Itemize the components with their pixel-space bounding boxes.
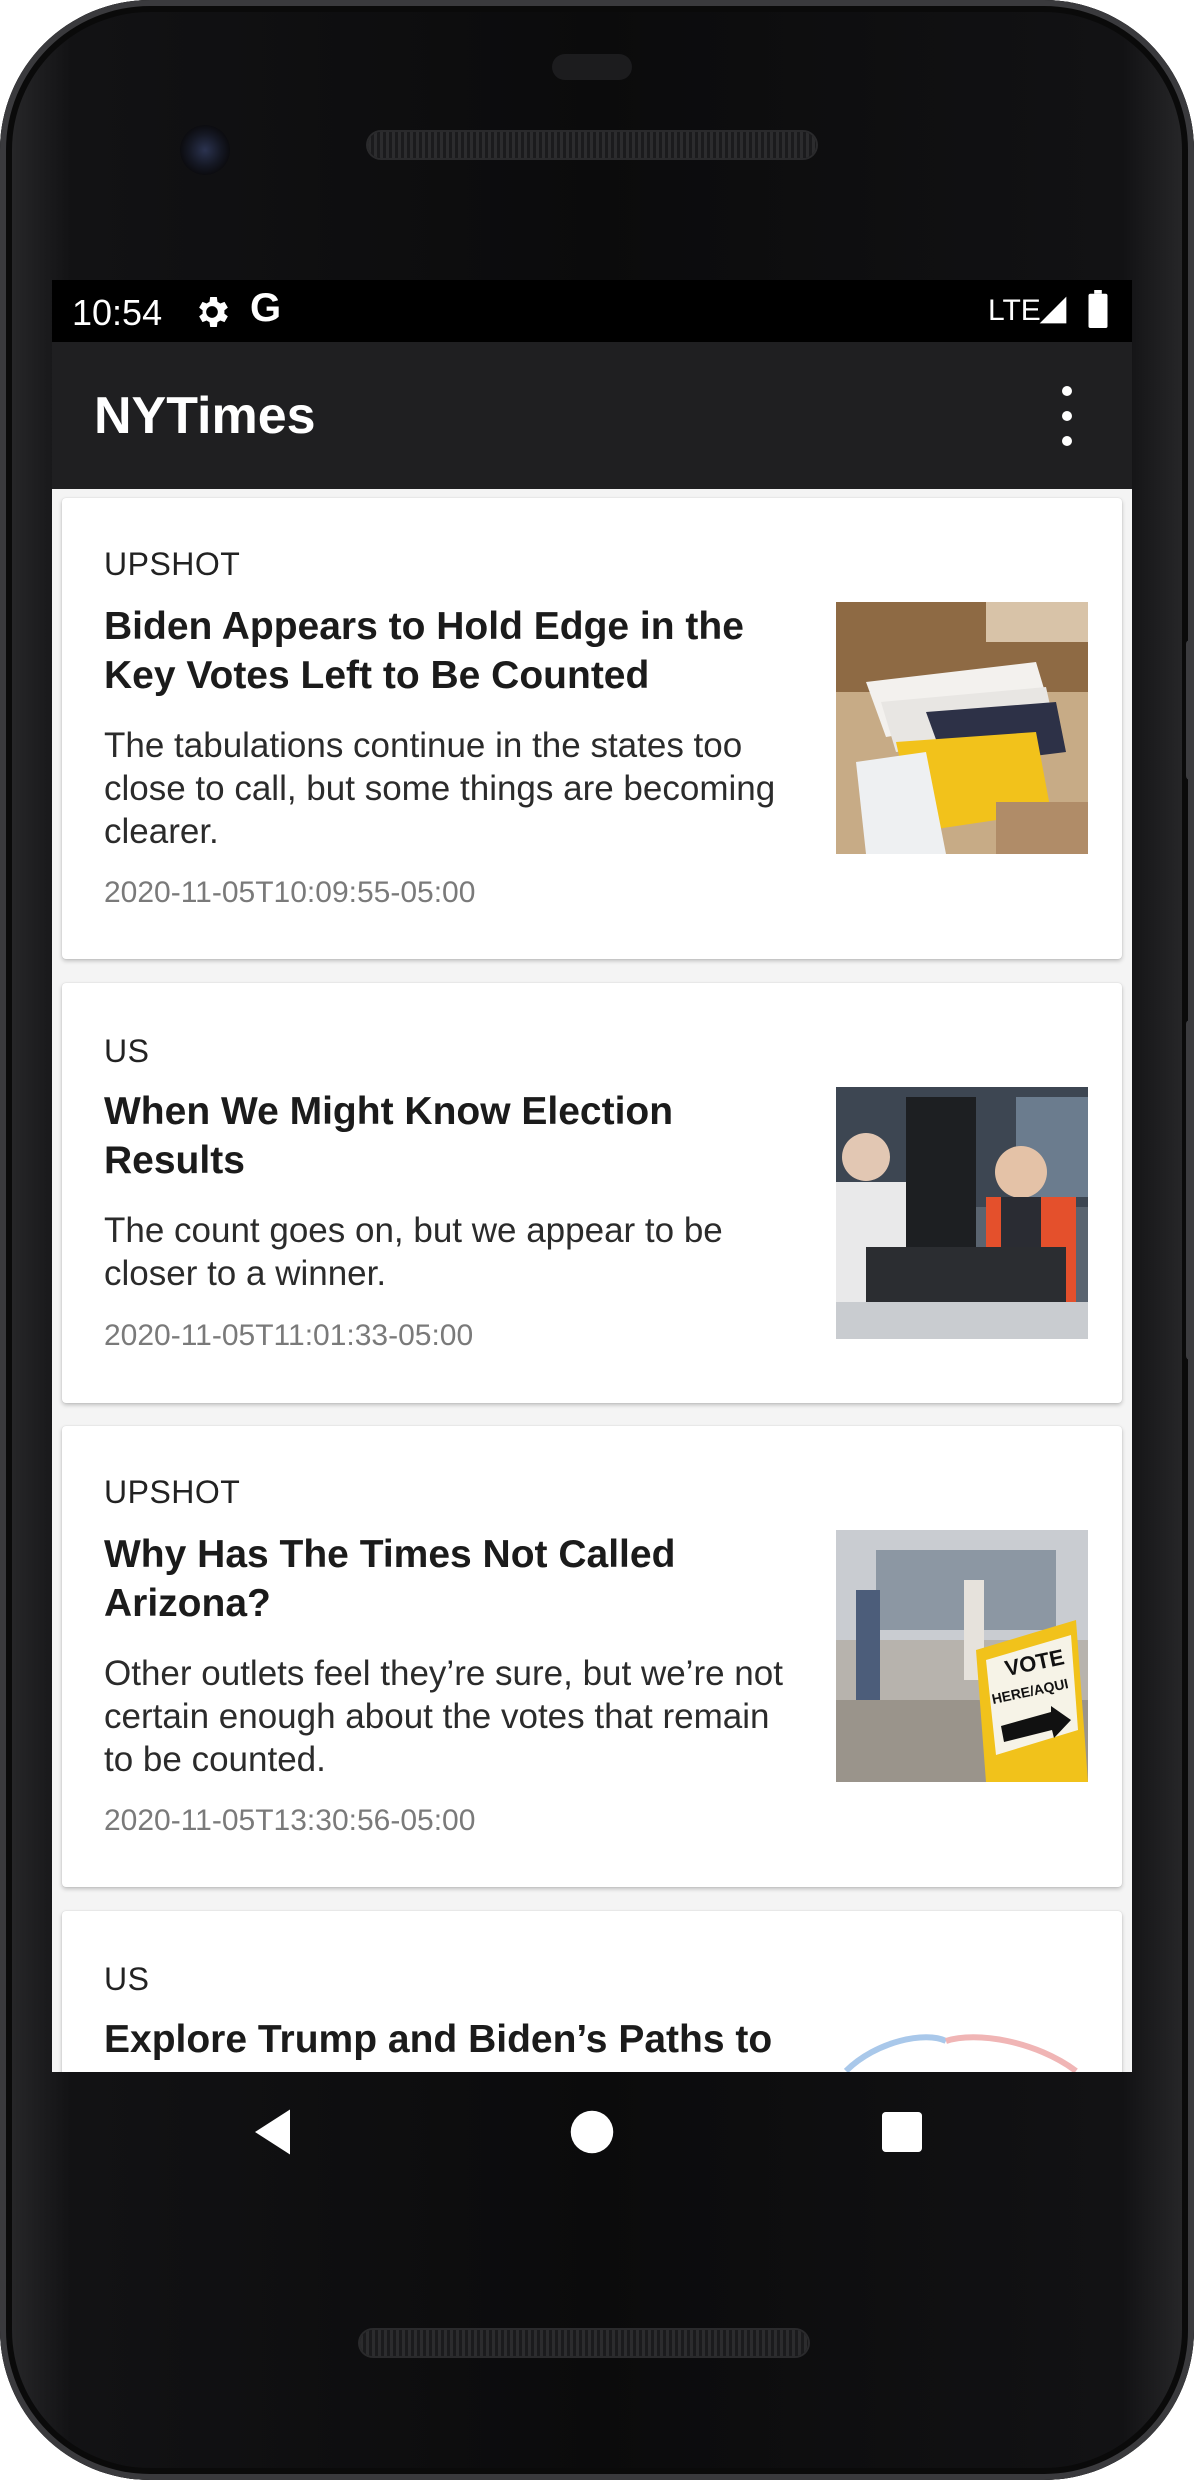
article-card[interactable]: UPSHOT Why Has The Times Not Called Ariz… xyxy=(62,1426,1122,1887)
article-abstract: The tabulations continue in the states t… xyxy=(104,726,776,851)
battery-icon xyxy=(1088,290,1108,328)
vote-sign-image: VOTE HERE/AQUI xyxy=(836,1530,1088,1782)
article-headline: Biden Appears to Hold Edge in the Key Vo… xyxy=(104,605,744,697)
article-card[interactable]: US Explore Trump and Biden’s Paths to xyxy=(62,1911,1122,2072)
article-section: UPSHOT xyxy=(104,546,241,582)
earpiece-speaker xyxy=(368,132,816,158)
overflow-menu-icon[interactable] xyxy=(1052,386,1082,446)
home-icon[interactable] xyxy=(562,2102,622,2162)
navigation-bar xyxy=(0,2072,1194,2202)
screen: 10:54 G LTE NYTimes UPSHOT Biden Appears… xyxy=(52,280,1132,2072)
app-title: NYTimes xyxy=(94,387,316,445)
ballot-envelopes-image xyxy=(836,602,1088,854)
article-section: UPSHOT xyxy=(104,1474,241,1510)
article-headline: Explore Trump and Biden’s Paths to xyxy=(104,2018,773,2061)
top-slot xyxy=(552,54,632,80)
article-date: 2020-11-05T10:09:55-05:00 xyxy=(104,876,476,909)
phone-frame: 10:54 G LTE NYTimes UPSHOT Biden Appears… xyxy=(0,0,1194,2480)
article-date: 2020-11-05T11:01:33-05:00 xyxy=(104,1319,474,1352)
article-headline: Why Has The Times Not Called Arizona? xyxy=(104,1533,676,1625)
article-card[interactable]: UPSHOT Biden Appears to Hold Edge in the… xyxy=(62,498,1122,959)
article-list[interactable]: UPSHOT Biden Appears to Hold Edge in the… xyxy=(52,489,1132,2072)
status-bar: 10:54 G LTE xyxy=(52,280,1132,342)
volume-button xyxy=(1186,640,1194,780)
bottom-speaker xyxy=(360,2330,808,2356)
front-camera xyxy=(180,125,230,175)
app-bar: NYTimes xyxy=(52,342,1132,489)
article-section: US xyxy=(104,1961,150,1997)
gear-icon xyxy=(199,297,228,327)
recents-icon[interactable] xyxy=(872,2102,932,2162)
network-type: LTE xyxy=(988,294,1041,327)
google-icon: G xyxy=(250,286,282,330)
article-abstract: Other outlets feel they’re sure, but we’… xyxy=(104,1654,783,1779)
article-section: US xyxy=(104,1033,150,1069)
election-workers-image xyxy=(836,1087,1088,1339)
back-icon[interactable] xyxy=(245,2102,305,2162)
paths-chart-image xyxy=(836,2011,1088,2072)
article-abstract: The count goes on, but we appear to be c… xyxy=(104,1211,723,1293)
article-card[interactable]: US When We Might Know Election Results T… xyxy=(62,983,1122,1403)
status-time: 10:54 xyxy=(72,292,163,333)
article-headline: When We Might Know Election Results xyxy=(104,1090,674,1182)
signal-icon xyxy=(1039,296,1067,324)
article-date: 2020-11-05T13:30:56-05:00 xyxy=(104,1804,476,1837)
power-button xyxy=(1186,1020,1194,1360)
